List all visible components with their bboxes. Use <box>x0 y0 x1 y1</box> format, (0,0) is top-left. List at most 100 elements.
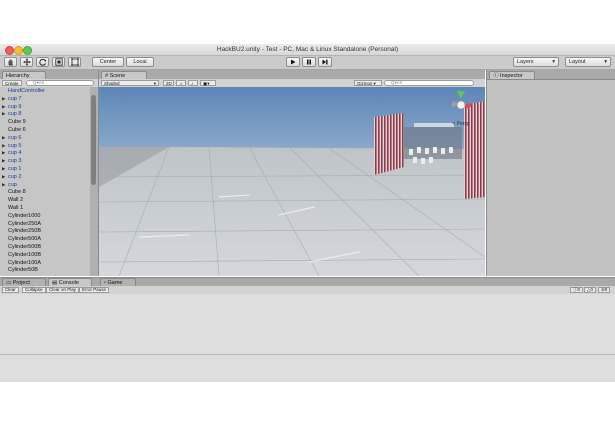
hierarchy-search-input[interactable]: Q▾All <box>26 80 94 86</box>
hierarchy-item-label: cup 8 <box>8 111 22 118</box>
effects-dropdown[interactable]: ▣▾ <box>200 80 216 86</box>
hierarchy-item[interactable]: Wall 1 <box>0 204 90 212</box>
expand-arrow-icon[interactable]: ▶ <box>2 134 5 142</box>
tab-game[interactable]: ▫ Game <box>100 278 136 286</box>
clear-label: Clear <box>5 287 16 292</box>
search-placeholder: Q▾All <box>391 80 402 85</box>
layers-dropdown[interactable]: Layers ▾ <box>513 57 559 67</box>
scene-search-input[interactable]: Q▾All <box>384 80 474 86</box>
mode-2d-toggle[interactable]: 2D <box>163 80 174 86</box>
window-title: HackBU2.unity - Test - PC, Mac & Linux S… <box>216 46 399 53</box>
hierarchy-item-label: cup <box>8 181 17 188</box>
hierarchy-item[interactable]: ▶ cup 9 <box>0 103 90 111</box>
clear-button[interactable]: Clear <box>2 287 19 293</box>
hierarchy-item-label: Cube 8 <box>8 189 26 196</box>
layout-dropdown[interactable]: Layout ▾ <box>565 57 611 67</box>
hierarchy-item[interactable]: Cube 6 <box>0 126 90 134</box>
expand-arrow-icon[interactable]: ▶ <box>2 157 5 165</box>
hierarchy-item[interactable]: Cylinder50B <box>0 266 90 274</box>
hierarchy-item[interactable]: ▶ cup 3 <box>0 157 90 165</box>
hierarchy-item[interactable]: ▶ cup 2 <box>0 173 90 181</box>
hierarchy-item[interactable]: ▶ cup 8 <box>0 110 90 118</box>
hierarchy-item[interactable]: Cube 9 <box>0 118 90 126</box>
gizmos-dropdown[interactable]: Gizmos ▾ <box>354 80 382 86</box>
hand-icon <box>8 59 13 66</box>
expand-arrow-icon[interactable]: ▶ <box>2 173 5 181</box>
scale-icon <box>54 58 63 66</box>
play-button[interactable] <box>286 57 300 67</box>
expand-arrow-icon[interactable]: ▶ <box>2 103 5 111</box>
step-button[interactable] <box>318 57 332 67</box>
hierarchy-item-label: cup 1 <box>8 166 22 172</box>
scale-tool-button[interactable] <box>52 57 65 67</box>
hierarchy-item[interactable]: Cylinder250A <box>0 220 90 228</box>
hierarchy-item[interactable]: Cylinder100A <box>0 259 90 267</box>
collapse-toggle[interactable]: Collapse <box>22 287 46 293</box>
move-tool-button[interactable] <box>20 57 33 67</box>
tab-project[interactable]: ▭ Project <box>2 278 46 286</box>
hierarchy-item[interactable]: Cylinder1000 <box>0 212 90 220</box>
error-filter-toggle[interactable]: ⊘0 <box>598 287 611 293</box>
tab-inspector[interactable]: ⓘ Inspector <box>489 71 535 79</box>
tab-scene[interactable]: # Scene <box>101 71 147 79</box>
rotate-tool-button[interactable] <box>36 57 49 67</box>
expand-arrow-icon[interactable]: ▶ <box>2 181 5 189</box>
persp-label: < Persp <box>452 121 470 127</box>
expand-arrow-icon[interactable]: ▶ <box>2 149 5 157</box>
hierarchy-item-label: HandController <box>8 88 45 94</box>
hierarchy-item[interactable]: HandController <box>0 87 90 95</box>
collapse-label: Collapse <box>25 287 43 292</box>
console-panel: ▭ Project ▤ Console ▫ Game Clear Collaps… <box>0 277 615 382</box>
hierarchy-item[interactable]: Cylinder100B <box>0 251 90 259</box>
chevron-down-icon: ▾ <box>153 81 156 86</box>
error-count: 0 <box>604 287 608 292</box>
hierarchy-scrollbar[interactable] <box>90 87 98 276</box>
tab-hierarchy[interactable]: Hierarchy <box>2 71 46 79</box>
hierarchy-item[interactable]: ▶ cup <box>0 181 90 189</box>
hierarchy-item[interactable]: Cube 8 <box>0 188 90 196</box>
hierarchy-item-label: Cylinder500B <box>8 244 42 250</box>
pivot-mode-toggle[interactable]: Center <box>92 57 124 67</box>
clear-on-play-label: Clear on Play <box>49 287 77 292</box>
hierarchy-item-label: Cylinder250A <box>8 220 42 227</box>
hierarchy-item-label: Cylinder1000 <box>8 212 41 219</box>
hierarchy-item[interactable]: ▶ cup 4 <box>0 149 90 157</box>
hierarchy-item-label: Cylinder100A <box>8 259 42 266</box>
hierarchy-item[interactable]: Cylinder500A <box>0 235 90 243</box>
hierarchy-item[interactable]: ▶ cup 5 <box>0 142 90 150</box>
hierarchy-item-label: Cube 6 <box>8 127 26 133</box>
lighting-toggle[interactable]: ☼ <box>176 80 186 86</box>
pivot-rotation-toggle[interactable]: Local <box>126 57 154 67</box>
hierarchy-item-label: Wall 1 <box>8 205 24 211</box>
hierarchy-item[interactable]: ▶ cup 7 <box>0 95 90 103</box>
tab-console[interactable]: ▤ Console <box>48 278 92 286</box>
hand-tool-button[interactable] <box>4 57 17 67</box>
error-pause-toggle[interactable]: Error Pause <box>79 287 110 293</box>
scrollbar-thumb[interactable] <box>91 95 96 185</box>
rect-tool-button[interactable] <box>68 57 81 67</box>
create-dropdown[interactable]: Create ▾ <box>2 80 22 91</box>
expand-arrow-icon[interactable]: ▶ <box>2 110 5 118</box>
hierarchy-item[interactable]: Wall 2 <box>0 196 90 204</box>
warning-filter-toggle[interactable]: △0 <box>584 287 596 293</box>
expand-arrow-icon[interactable]: ▶ <box>2 95 5 103</box>
clear-on-play-toggle[interactable]: Clear on Play <box>46 287 80 293</box>
hierarchy-item-label: cup 2 <box>8 173 22 180</box>
log-filter-toggle[interactable]: ⓘ0 <box>570 287 584 293</box>
hierarchy-panel: Hierarchy Create ▾ Q▾All HandController▶… <box>0 70 99 276</box>
pause-button[interactable] <box>302 57 316 67</box>
hierarchy-item[interactable]: Cylinder250B <box>0 227 90 235</box>
inspector-panel: ⓘ Inspector <box>486 70 615 276</box>
scene-viewport[interactable]: < Persp <box>99 87 485 276</box>
expand-arrow-icon[interactable]: ▶ <box>2 165 5 173</box>
hierarchy-item[interactable]: ▶ cup 6 <box>0 134 90 142</box>
shading-mode-dropdown[interactable]: Shaded ▾ <box>101 80 159 86</box>
expand-arrow-icon[interactable]: ▶ <box>2 142 5 150</box>
rotate-icon <box>38 58 46 66</box>
hierarchy-item[interactable]: ▶ cup 1 <box>0 165 90 173</box>
audio-toggle[interactable]: ♪ <box>188 80 198 86</box>
log-count: 0 <box>577 287 581 292</box>
hierarchy-item-label: cup 6 <box>8 134 22 141</box>
hierarchy-item[interactable]: Cylinder500B <box>0 243 90 251</box>
info-icon: ⓘ <box>493 73 499 79</box>
